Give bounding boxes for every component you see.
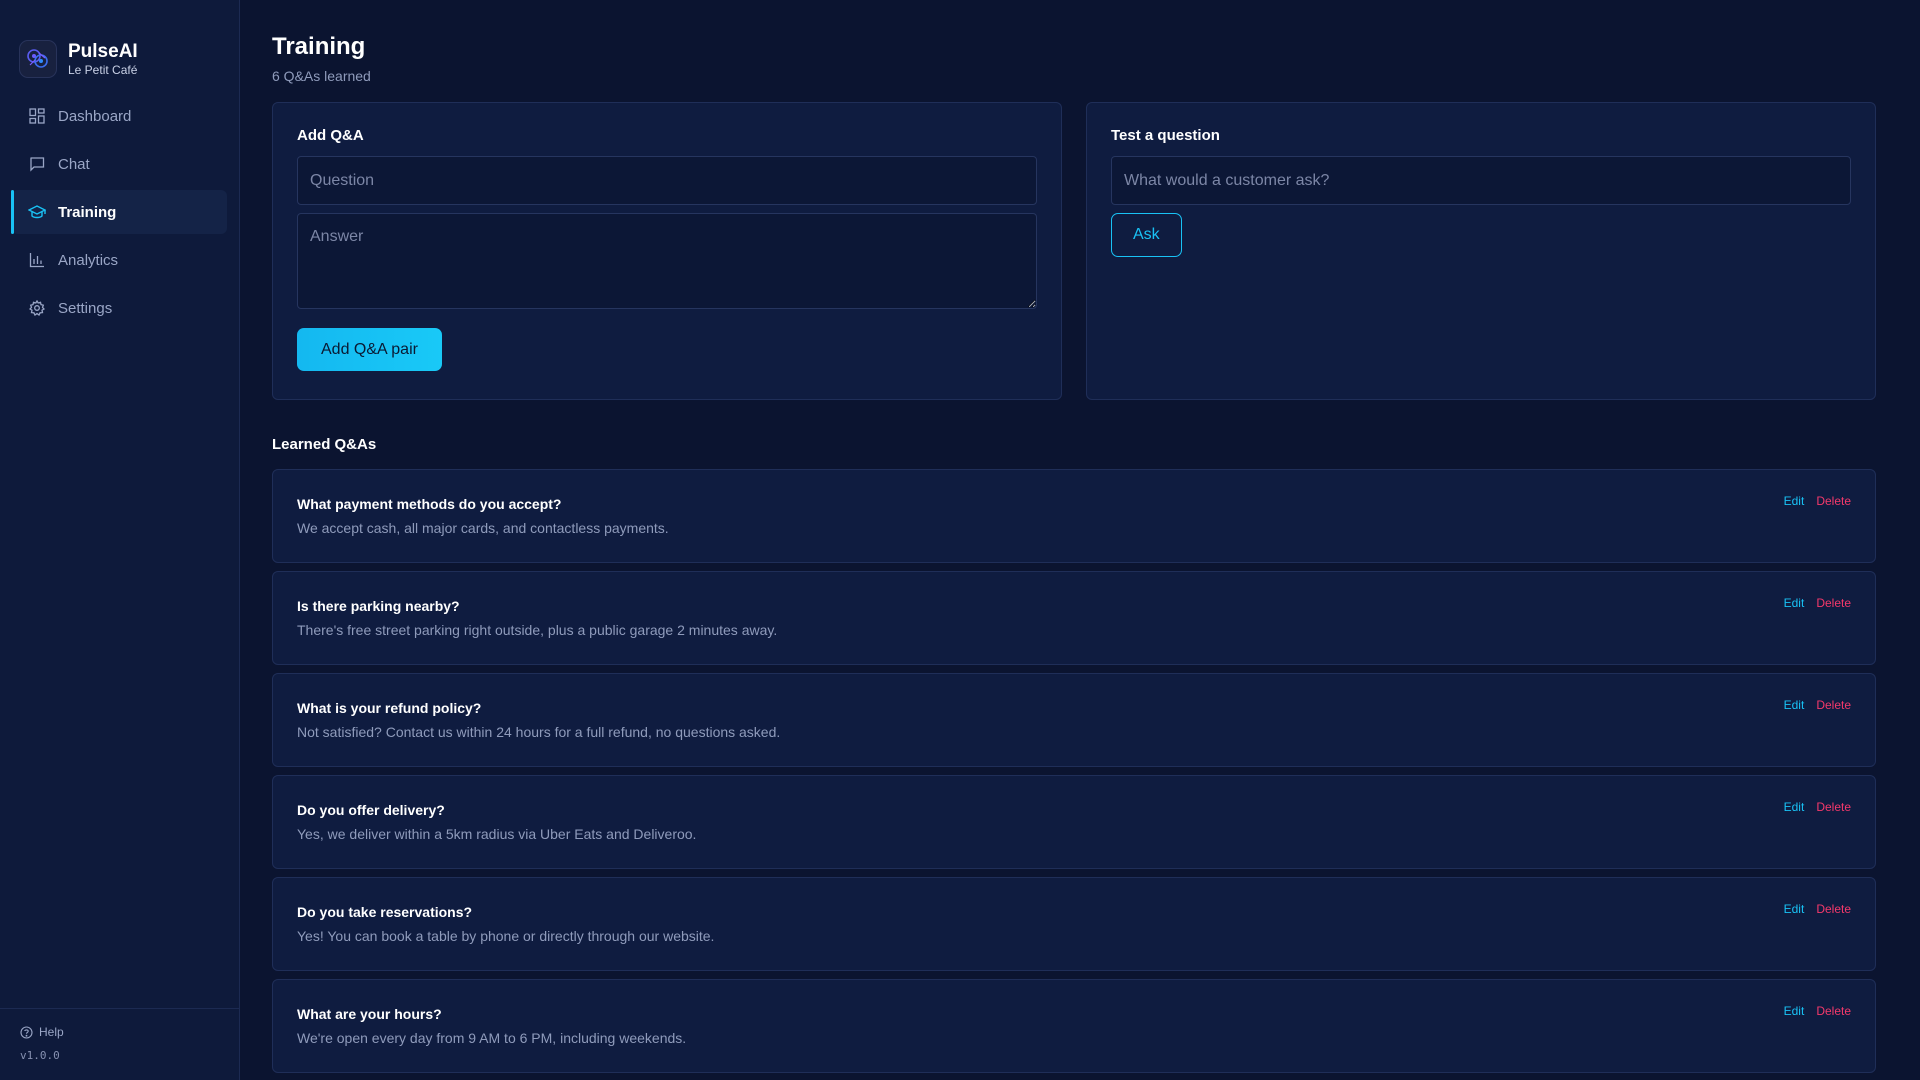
add-qa-title: Add Q&A bbox=[297, 127, 364, 144]
qa-question: What is your refund policy? bbox=[297, 700, 482, 716]
sidebar-item-label: Analytics bbox=[58, 251, 119, 269]
sidebar-item-dashboard[interactable]: Dashboard bbox=[12, 94, 227, 138]
page-subtitle: 6 Q&As learned bbox=[272, 68, 371, 84]
sidebar-nav: Dashboard Chat Training Analytics Settin… bbox=[0, 94, 239, 330]
sidebar-item-label: Settings bbox=[58, 299, 113, 317]
main-content: Training 6 Q&As learned Add Q&A Add Q&A … bbox=[240, 0, 1920, 1080]
qa-actions: Edit Delete bbox=[1784, 596, 1851, 610]
edit-button[interactable]: Edit bbox=[1784, 494, 1805, 508]
app-root: PulseAI Le Petit Café Dashboard Chat Tra… bbox=[0, 0, 1920, 1080]
delete-button[interactable]: Delete bbox=[1816, 902, 1851, 916]
qa-answer: There's free street parking right outsid… bbox=[297, 622, 778, 638]
sidebar-item-chat[interactable]: Chat bbox=[12, 142, 227, 186]
qa-actions: Edit Delete bbox=[1784, 494, 1851, 508]
qa-actions: Edit Delete bbox=[1784, 698, 1851, 712]
page-title: Training bbox=[272, 33, 366, 60]
ask-button[interactable]: Ask bbox=[1111, 213, 1182, 257]
delete-button[interactable]: Delete bbox=[1816, 800, 1851, 814]
brand-logo-icon bbox=[19, 40, 57, 78]
cards-row: Add Q&A Add Q&A pair Test a question Ask bbox=[272, 102, 1878, 400]
delete-button[interactable]: Delete bbox=[1816, 698, 1851, 712]
grid-icon bbox=[28, 107, 46, 125]
sidebar-item-label: Dashboard bbox=[58, 107, 132, 125]
test-question-input[interactable] bbox=[1111, 156, 1851, 205]
add-qa-card: Add Q&A Add Q&A pair bbox=[272, 102, 1062, 400]
scrollbar[interactable] bbox=[1910, 0, 1920, 1080]
sidebar-item-analytics[interactable]: Analytics bbox=[12, 238, 227, 282]
qa-question: Do you take reservations? bbox=[297, 904, 473, 920]
edit-button[interactable]: Edit bbox=[1784, 698, 1805, 712]
qa-question: Is there parking nearby? bbox=[297, 598, 460, 614]
qa-answer: Yes, we deliver within a 5km radius via … bbox=[297, 826, 697, 842]
help-label: Help bbox=[39, 1025, 64, 1039]
bar-chart-icon bbox=[28, 251, 46, 269]
learned-qas-list: What payment methods do you accept? We a… bbox=[272, 469, 1876, 1073]
qa-answer: We accept cash, all major cards, and con… bbox=[297, 520, 669, 536]
version-label: v1.0.0 bbox=[20, 1049, 60, 1062]
question-input[interactable] bbox=[297, 156, 1037, 205]
delete-button[interactable]: Delete bbox=[1816, 596, 1851, 610]
list-item: What is your refund policy? Not satisfie… bbox=[272, 673, 1876, 767]
edit-button[interactable]: Edit bbox=[1784, 1004, 1805, 1018]
list-item: Do you offer delivery? Yes, we deliver w… bbox=[272, 775, 1876, 869]
qa-question: What are your hours? bbox=[297, 1006, 442, 1022]
edit-button[interactable]: Edit bbox=[1784, 596, 1805, 610]
answer-textarea[interactable] bbox=[297, 213, 1037, 309]
qa-question: What payment methods do you accept? bbox=[297, 496, 562, 512]
brand-subtitle: Le Petit Café bbox=[68, 62, 138, 77]
sidebar-item-label: Training bbox=[58, 203, 117, 221]
chat-icon bbox=[28, 155, 46, 173]
list-item: Is there parking nearby? There's free st… bbox=[272, 571, 1876, 665]
delete-button[interactable]: Delete bbox=[1816, 494, 1851, 508]
learned-qas-title: Learned Q&As bbox=[272, 436, 377, 453]
help-link[interactable]: Help bbox=[20, 1025, 239, 1039]
brand-name: PulseAI bbox=[68, 40, 138, 62]
sidebar-item-settings[interactable]: Settings bbox=[12, 286, 227, 330]
sidebar: PulseAI Le Petit Café Dashboard Chat Tra… bbox=[0, 0, 240, 1080]
sidebar-item-label: Chat bbox=[58, 155, 90, 173]
list-item: What payment methods do you accept? We a… bbox=[272, 469, 1876, 563]
gear-icon bbox=[28, 299, 46, 317]
sidebar-item-training[interactable]: Training bbox=[11, 190, 227, 234]
graduation-cap-icon bbox=[28, 203, 46, 221]
qa-answer: We're open every day from 9 AM to 6 PM, … bbox=[297, 1030, 687, 1046]
list-item: What are your hours? We're open every da… bbox=[272, 979, 1876, 1073]
qa-answer: Yes! You can book a table by phone or di… bbox=[297, 928, 715, 944]
edit-button[interactable]: Edit bbox=[1784, 800, 1805, 814]
delete-button[interactable]: Delete bbox=[1816, 1004, 1851, 1018]
test-question-card: Test a question Ask bbox=[1086, 102, 1876, 400]
list-item: Do you take reservations? Yes! You can b… bbox=[272, 877, 1876, 971]
qa-answer: Not satisfied? Contact us within 24 hour… bbox=[297, 724, 781, 740]
edit-button[interactable]: Edit bbox=[1784, 902, 1805, 916]
help-icon bbox=[20, 1025, 33, 1039]
qa-actions: Edit Delete bbox=[1784, 1004, 1851, 1018]
sidebar-footer: Help v1.0.0 bbox=[0, 1008, 239, 1080]
brand: PulseAI Le Petit Café bbox=[0, 0, 239, 92]
add-qa-button[interactable]: Add Q&A pair bbox=[297, 328, 442, 371]
qa-question: Do you offer delivery? bbox=[297, 802, 445, 818]
qa-actions: Edit Delete bbox=[1784, 800, 1851, 814]
qa-actions: Edit Delete bbox=[1784, 902, 1851, 916]
test-question-title: Test a question bbox=[1111, 127, 1220, 144]
